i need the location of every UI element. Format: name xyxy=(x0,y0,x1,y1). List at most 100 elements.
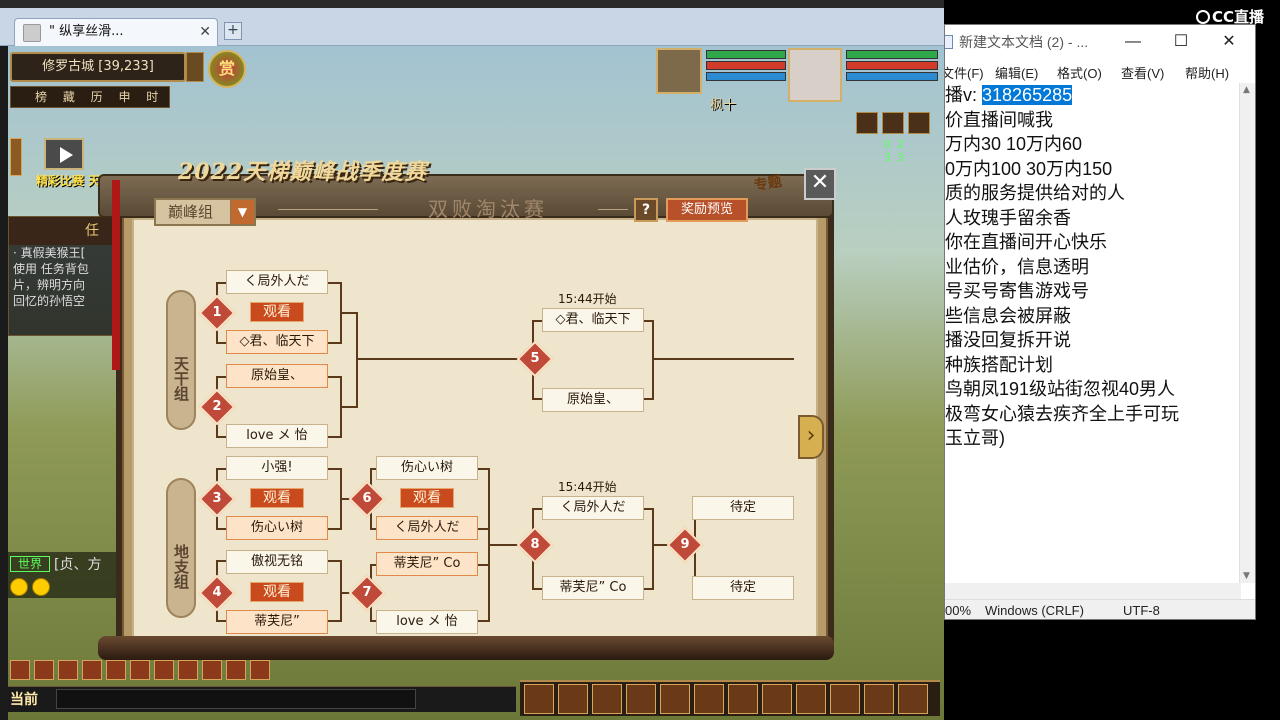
reward-badge[interactable]: 赏 xyxy=(208,50,246,88)
video-label[interactable]: 精彩比赛 天 xyxy=(36,172,100,189)
skill-icon[interactable] xyxy=(864,684,894,714)
status-line-ending: Windows (CRLF) xyxy=(985,603,1084,618)
chat-input[interactable] xyxy=(56,689,416,709)
player-exp-bar xyxy=(846,72,938,81)
browser-tab[interactable]: " 纵享丝滑... ✕ xyxy=(14,18,218,46)
maximize-button[interactable]: ☐ xyxy=(1157,25,1205,59)
menu-format[interactable]: 格式(O) xyxy=(1057,63,1102,82)
hotkey-icon[interactable] xyxy=(10,660,30,680)
chat-channel-label[interactable]: 当前 xyxy=(10,689,38,709)
bracket-player[interactable]: 蒂芙尼” xyxy=(226,610,328,634)
skill-icon[interactable] xyxy=(762,684,792,714)
bracket-line xyxy=(356,312,358,408)
horizontal-scrollbar[interactable] xyxy=(945,583,1241,599)
bracket-player[interactable]: く局外人だ xyxy=(376,516,478,540)
group-label-tiangan: 天干组 xyxy=(166,290,196,430)
bracket-player[interactable]: 傲视无铭 xyxy=(226,550,328,574)
tab-close-icon[interactable]: ✕ xyxy=(199,19,211,45)
skill-icon[interactable] xyxy=(660,684,690,714)
skill-icon[interactable] xyxy=(830,684,860,714)
bracket-player[interactable]: 原始皇、 xyxy=(226,364,328,388)
bracket-player[interactable]: く局外人だ xyxy=(226,270,328,294)
bracket-player[interactable]: 小强! xyxy=(226,456,328,480)
skill-icon[interactable] xyxy=(796,684,826,714)
pet-portrait[interactable] xyxy=(656,48,702,94)
bracket-line xyxy=(216,560,226,562)
video-play-icon[interactable] xyxy=(44,138,84,170)
vertical-scrollbar[interactable]: ▲ ▼ xyxy=(1239,83,1255,583)
status-zoom: 00% xyxy=(945,603,972,618)
match-number: 4 xyxy=(212,585,222,600)
ribbon-decoration xyxy=(112,180,120,370)
notepad-icon xyxy=(945,35,953,49)
watch-button[interactable]: 观看 xyxy=(400,488,454,508)
next-page-arrow[interactable]: › xyxy=(798,415,824,459)
text-line: 极弯女心猿去疾齐全上手可玩 xyxy=(945,403,1179,424)
player-portrait[interactable] xyxy=(788,48,842,102)
bracket-player[interactable]: 伤心い树 xyxy=(226,516,328,540)
skill-icon[interactable] xyxy=(592,684,622,714)
bracket-player[interactable]: love メ 怡 xyxy=(376,610,478,634)
map-toggle-button[interactable] xyxy=(186,52,204,82)
bracket-player[interactable]: love メ 怡 xyxy=(226,424,328,448)
match-number: 7 xyxy=(362,585,372,600)
skill-icon[interactable] xyxy=(626,684,656,714)
hotkey-icon[interactable] xyxy=(130,660,150,680)
new-tab-button[interactable]: + xyxy=(224,22,242,40)
hotkey-icon[interactable] xyxy=(106,660,126,680)
match-number: 6 xyxy=(362,491,372,506)
game-scene: 修罗古城 [39,233] 赏 榜 藏 历 申 时 精彩比赛 天 任 · 真假美… xyxy=(0,46,944,720)
mini-tab-bar[interactable]: 榜 藏 历 申 时 xyxy=(10,86,170,108)
reward-preview-button[interactable]: 奖励预览 xyxy=(666,198,748,222)
help-button[interactable]: ? xyxy=(634,198,658,222)
bracket-player[interactable]: 伤心い树 xyxy=(376,456,478,480)
bracket-line xyxy=(340,406,358,408)
hotkey-icon[interactable] xyxy=(154,660,174,680)
bracket-player[interactable]: 待定 xyxy=(692,496,794,520)
group-dropdown[interactable]: 巅峰组 ▼ xyxy=(154,198,256,226)
menu-edit[interactable]: 编辑(E) xyxy=(995,63,1038,82)
text-line: 些信息会被屏蔽 xyxy=(945,305,1071,326)
left-expand-icon[interactable] xyxy=(10,138,22,176)
menu-help[interactable]: 帮助(H) xyxy=(1185,63,1229,82)
text-prefix: 播v: xyxy=(945,85,983,105)
hotkey-icon[interactable] xyxy=(250,660,270,680)
skill-icon[interactable] xyxy=(694,684,724,714)
bracket-player[interactable]: ◇君、临天下 xyxy=(542,308,644,332)
bracket-player[interactable]: 待定 xyxy=(692,576,794,600)
hotkey-icon[interactable] xyxy=(34,660,54,680)
player-bars xyxy=(846,50,938,94)
close-button[interactable]: ✕ xyxy=(1205,25,1253,59)
close-button[interactable]: ✕ xyxy=(804,168,836,200)
world-chat-tag[interactable]: 世界 xyxy=(10,556,50,572)
hotkey-icon[interactable] xyxy=(58,660,78,680)
bracket-line xyxy=(356,358,538,360)
hotkey-icon[interactable] xyxy=(202,660,222,680)
bracket-player[interactable]: 原始皇、 xyxy=(542,388,644,412)
bracket-player[interactable]: 蒂芙尼” Co xyxy=(376,552,478,576)
hotkey-icon[interactable] xyxy=(226,660,246,680)
chevron-down-icon[interactable]: ▼ xyxy=(230,200,254,224)
hotkey-icon[interactable] xyxy=(82,660,102,680)
skill-icon[interactable] xyxy=(898,684,928,714)
watch-button[interactable]: 观看 xyxy=(250,582,304,602)
match-number: 8 xyxy=(530,537,540,552)
notepad-text-area[interactable]: 播v: 318265285 价直播间喊我 万内30 10万内60 0万内100 … xyxy=(945,83,1241,583)
bracket-line xyxy=(216,376,226,378)
bracket-player[interactable]: く局外人だ xyxy=(542,496,644,520)
bracket-player[interactable]: ◇君、临天下 xyxy=(226,330,328,354)
bracket-player[interactable]: 蒂芙尼” Co xyxy=(542,576,644,600)
header-divider xyxy=(598,209,628,210)
watch-button[interactable]: 观看 xyxy=(250,488,304,508)
menu-view[interactable]: 查看(V) xyxy=(1121,63,1164,82)
watch-button[interactable]: 观看 xyxy=(250,302,304,322)
skill-icon[interactable] xyxy=(524,684,554,714)
scroll-down-icon[interactable]: ▼ xyxy=(1243,571,1250,581)
skill-icon[interactable] xyxy=(728,684,758,714)
skill-icon[interactable] xyxy=(558,684,588,714)
minimize-button[interactable]: — xyxy=(1109,25,1157,59)
hotkey-icon[interactable] xyxy=(178,660,198,680)
text-line: 质的服务提供给对的人 xyxy=(945,183,1125,203)
menu-file[interactable]: 文件(F) xyxy=(945,63,984,82)
scroll-up-icon[interactable]: ▲ xyxy=(1243,85,1250,95)
